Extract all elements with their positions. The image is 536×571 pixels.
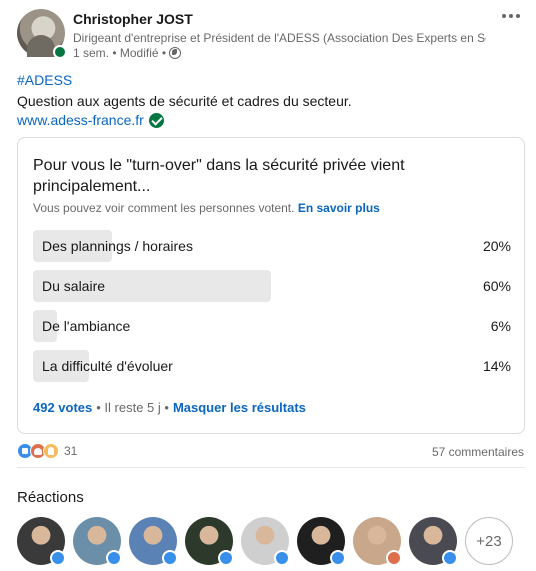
poll-note-text: Vous pouvez voir comment les personnes v… [33, 201, 295, 215]
verified-check-icon [148, 112, 164, 128]
like-icon [50, 550, 66, 566]
poll-option-percent: 20% [482, 238, 511, 254]
globe-icon [169, 47, 182, 59]
like-icon [330, 550, 346, 566]
reactions-title: Réactions [17, 489, 84, 506]
reactor-avatar[interactable] [353, 517, 402, 566]
poll-box: Pour vous le "turn-over" dans la sécurit… [17, 137, 525, 434]
divider [17, 467, 525, 468]
poll-question: Pour vous le "turn-over" dans la sécurit… [33, 157, 405, 195]
reactor-avatar[interactable] [409, 517, 458, 566]
insight-icon [43, 443, 59, 459]
reactor-avatar[interactable] [297, 517, 346, 566]
website-link[interactable]: www.adess-france.fr [17, 112, 164, 128]
post-meta-text: 1 sem. • Modifié • [73, 46, 167, 60]
poll-option-percent: 60% [482, 278, 511, 294]
author-avatar[interactable] [17, 9, 67, 59]
like-icon [218, 550, 234, 566]
poll-option-3: De l'ambiance 6% [33, 310, 511, 342]
reactor-avatar[interactable] [241, 517, 290, 566]
like-icon [442, 550, 458, 566]
reactions-summary[interactable]: 31 [17, 443, 77, 459]
learn-more-link[interactable]: En savoir plus [298, 201, 380, 215]
reactor-avatar[interactable] [17, 517, 66, 566]
poll-option-label: La difficulté d'évoluer [42, 358, 173, 374]
hashtag-link[interactable]: #ADESS [17, 72, 72, 88]
poll-option-1: Des plannings / horaires 20% [33, 230, 511, 262]
poll-option-percent: 6% [490, 318, 511, 334]
poll-option-label: Des plannings / horaires [42, 238, 193, 254]
online-status-icon [53, 45, 67, 59]
poll-option-2: Du salaire 60% [33, 270, 511, 302]
love-icon [386, 550, 402, 566]
reaction-count[interactable]: 31 [64, 444, 77, 458]
reactors-list: +23 [17, 517, 513, 566]
more-reactors-button[interactable]: +23 [465, 517, 513, 565]
hide-results-button[interactable]: Masquer les résultats [173, 400, 306, 415]
like-icon [274, 550, 290, 566]
reactor-avatar[interactable] [73, 517, 122, 566]
poll-footer: 492 votes • Il reste 5 j • Masquer les r… [33, 400, 306, 415]
poll-option-label: Du salaire [42, 278, 106, 294]
post-meta: 1 sem. • Modifié • [73, 46, 182, 60]
comments-count[interactable]: 57 commentaires [432, 445, 524, 459]
author-headline: Dirigeant d'entreprise et Président de l… [73, 31, 486, 45]
more-options-icon[interactable] [502, 14, 522, 20]
author-name[interactable]: Christopher JOST [73, 11, 193, 27]
post-text: Question aux agents de sécurité et cadre… [17, 93, 352, 109]
poll-note: Vous pouvez voir comment les personnes v… [33, 201, 380, 215]
reactor-avatar[interactable] [185, 517, 234, 566]
time-left: • Il reste 5 j • [96, 400, 169, 415]
post-card: Christopher JOST Dirigeant d'entreprise … [0, 0, 536, 571]
votes-count-link[interactable]: 492 votes [33, 400, 92, 415]
like-icon [162, 550, 178, 566]
like-icon [106, 550, 122, 566]
poll-option-percent: 14% [482, 358, 511, 374]
poll-option-4: La difficulté d'évoluer 14% [33, 350, 511, 382]
website-link-text[interactable]: www.adess-france.fr [17, 112, 144, 128]
reactor-avatar[interactable] [129, 517, 178, 566]
poll-option-label: De l'ambiance [42, 318, 131, 334]
